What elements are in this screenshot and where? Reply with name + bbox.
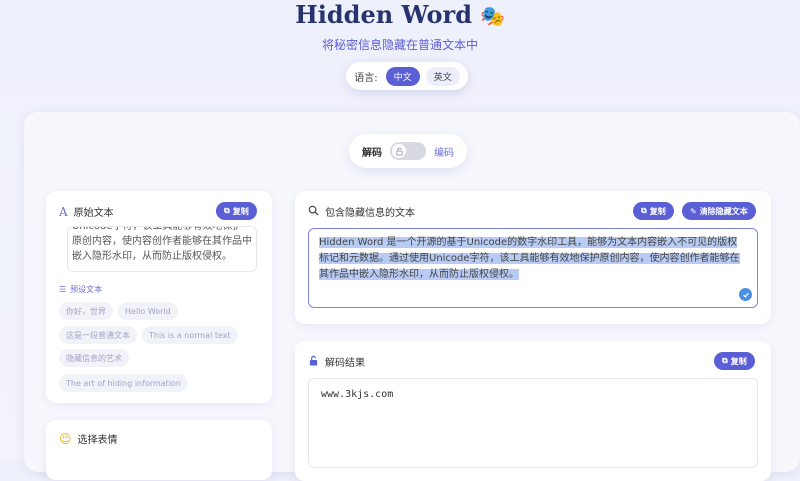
hidden-text-content: Hidden Word 是一个开源的基于Unicode的数字水印工具，能够为文本… [319,237,740,280]
language-option-en[interactable]: 英文 [425,66,460,86]
mode-switcher: 解码 编码 [349,134,467,168]
theater-masks-icon: 🎭 [479,4,505,28]
copy-icon: ⧉ [722,356,728,365]
language-option-zh[interactable]: 中文 [385,66,420,86]
decode-mode-label[interactable]: 解码 [362,144,382,159]
decode-result-output[interactable]: www.3kjs.com [308,378,758,468]
presets-label: ☰ 预设文本 [59,284,102,295]
check-icon [739,288,752,301]
decode-result-title: 解码结果 [308,354,365,369]
presets-label-text: 预设文本 [70,285,103,294]
hidden-copy-label: 复制 [649,206,666,216]
text-font-icon: A [59,204,68,219]
brush-icon: ✎ [690,206,697,216]
original-text-panel [46,191,272,403]
preset-chip[interactable]: 隐藏信息的艺术 [59,349,129,367]
language-label: 语言: [354,72,378,84]
copy-icon: ⧉ [224,206,230,215]
app-title-text: Hidden Word [295,0,472,29]
hidden-text-input[interactable]: Hidden Word 是一个开源的基于Unicode的数字水印工具，能够为文本… [308,228,758,308]
preset-chip[interactable]: This is a normal text [142,326,238,344]
emoji-panel [46,420,272,480]
result-copy-label: 复制 [730,356,747,366]
smile-icon: ☺ [59,431,72,446]
decode-result-text: www.3kjs.com [321,389,394,400]
original-copy-button[interactable]: ⧉ 复制 [216,202,257,220]
preset-chip[interactable]: 你好，世界 [59,302,113,320]
hidden-text-title-label: 包含隐藏信息的文本 [325,208,415,219]
preset-chip[interactable]: The art of hiding information [59,374,189,392]
clear-hidden-text-button[interactable]: ✎ 清除隐藏文本 [682,202,756,220]
original-text-title: A 原始文本 [59,204,114,220]
list-icon: ☰ [59,285,67,294]
hidden-text-title: 包含隐藏信息的文本 [308,204,415,219]
emoji-panel-title-label: 选择表情 [77,435,118,446]
original-text-input[interactable]: Unicode字符，该工具能够有效地保护原创内容，使内容创作者能够在其作品中嵌入… [67,226,257,272]
original-text-title-label: 原始文本 [73,208,114,219]
lock-icon [392,144,406,158]
decode-result-title-label: 解码结果 [325,358,365,369]
app-title: Hidden Word 🎭 [0,0,800,31]
unlock-icon [308,355,319,369]
search-icon [308,205,319,219]
emoji-panel-title: ☺ 选择表情 [59,431,118,447]
preset-chip[interactable]: 这是一段普通文本 [59,326,137,344]
app-subtitle: 将秘密信息隐藏在普通文本中 [321,38,478,52]
copy-icon: ⧉ [641,206,647,215]
language-switcher: 语言: 中文 英文 [346,62,468,90]
hidden-copy-button[interactable]: ⧉ 复制 [633,202,674,220]
preset-chip[interactable]: Hello World [118,302,178,320]
encode-mode-label[interactable]: 编码 [434,144,454,159]
original-copy-label: 复制 [232,206,249,216]
mode-toggle[interactable] [390,142,426,160]
result-copy-button[interactable]: ⧉ 复制 [714,352,755,370]
clear-hidden-text-label: 清除隐藏文本 [699,206,748,216]
original-text-content: Unicode字符，该工具能够有效地保护原创内容，使内容创作者能够在其作品中嵌入… [72,226,252,262]
